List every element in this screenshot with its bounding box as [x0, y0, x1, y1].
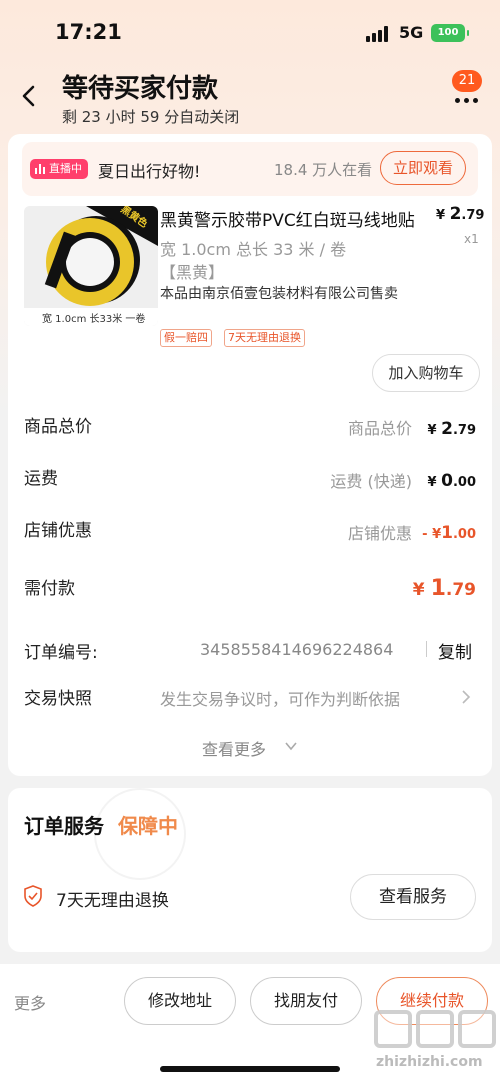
- snapshot-label[interactable]: 交易快照: [24, 684, 92, 709]
- add-to-cart-button[interactable]: 加入购物车: [372, 354, 480, 392]
- goods-total-label: 商品总价: [24, 417, 92, 437]
- image-caption: 宽 1.0cm 长33米 一卷: [42, 314, 146, 325]
- order-number-label: 订单编号:: [24, 643, 98, 663]
- live-bars-icon: [35, 164, 46, 174]
- cellular-signal-icon: [366, 26, 392, 42]
- product-price: ¥ 2.79: [436, 204, 485, 224]
- service-card: 订单服务 保障中 7天无理由退换 查看服务: [8, 788, 492, 952]
- back-button[interactable]: [18, 82, 42, 110]
- product-spec: 宽 1.0cm 总长 33 米 / 卷: [160, 240, 347, 259]
- shipping-label: 运费: [24, 469, 58, 489]
- order-number: 3458558414696224864: [200, 640, 394, 659]
- shop-discount-label: 店铺优惠: [24, 521, 92, 541]
- more-actions-button[interactable]: 更多: [14, 990, 46, 1014]
- product-name[interactable]: 黑黄警示胶带PVC红白斑马线地贴: [160, 206, 420, 231]
- service-item: 7天无理由退换: [56, 891, 169, 911]
- friend-pay-button[interactable]: 找朋友付: [250, 977, 362, 1025]
- network-type: 5G: [399, 23, 424, 42]
- shop-discount-value: - ¥1.00: [422, 523, 476, 543]
- seller-info: 本品由南京佰壹包装材料有限公司售卖: [160, 286, 398, 302]
- watch-now-button[interactable]: 立即观看: [380, 151, 466, 185]
- chevron-down-icon[interactable]: [284, 740, 298, 752]
- site-watermark-logo: [374, 1010, 498, 1052]
- chevron-left-icon: [22, 85, 35, 107]
- product-tag-return: 7天无理由退换: [224, 329, 305, 347]
- order-card: 直播中 夏日出行好物! 18.4 万人在看 立即观看 黑黄色 宽 1.0cm 长…: [8, 134, 492, 776]
- modify-address-button[interactable]: 修改地址: [124, 977, 236, 1025]
- divider: [426, 641, 427, 657]
- home-indicator[interactable]: [160, 1066, 340, 1072]
- shipping-hint: 运费 (快递): [330, 472, 412, 491]
- service-title: 订单服务: [24, 814, 104, 838]
- live-tag: 直播中: [30, 159, 88, 179]
- snapshot-hint[interactable]: 发生交易争议时，可作为判断依据: [160, 686, 400, 710]
- battery-icon: 100: [431, 24, 469, 42]
- live-viewers: 18.4 万人在看: [274, 161, 373, 179]
- view-service-button[interactable]: 查看服务: [350, 874, 476, 920]
- more-menu-button[interactable]: 21: [448, 70, 482, 110]
- product-image[interactable]: 黑黄色 宽 1.0cm 长33米 一卷: [24, 206, 158, 326]
- shield-check-icon: [24, 885, 42, 907]
- page-header: 等待买家付款 剩 23 小时 59 分自动关闭 21: [0, 64, 500, 134]
- goods-total-value: ¥ 2.79: [427, 419, 476, 439]
- product-tag-fake-compensation: 假一赔四: [160, 329, 212, 347]
- need-pay-label: 需付款: [24, 579, 75, 599]
- need-pay-value: ¥ 1.79: [412, 576, 476, 601]
- countdown-text: 剩 23 小时 59 分自动关闭: [62, 108, 240, 126]
- status-bar: 17:21 5G 100: [0, 0, 500, 64]
- shipping-value: ¥ 0.00: [427, 471, 476, 491]
- copy-button[interactable]: 复制: [438, 638, 472, 663]
- live-title: 夏日出行好物!: [98, 162, 201, 181]
- service-status: 保障中: [118, 814, 178, 838]
- site-watermark-text: zhizhizhi.com: [376, 1054, 483, 1070]
- chevron-right-icon[interactable]: [460, 689, 472, 705]
- product-quantity: x1: [464, 232, 479, 246]
- live-banner[interactable]: 直播中 夏日出行好物! 18.4 万人在看 立即观看: [22, 142, 478, 196]
- product-color: 【黑黄】: [160, 263, 225, 282]
- message-count-badge: 21: [452, 70, 482, 92]
- more-dots-icon: [452, 98, 482, 104]
- page-title: 等待买家付款: [62, 74, 219, 104]
- goods-total-hint: 商品总价: [347, 419, 412, 438]
- live-tag-label: 直播中: [49, 162, 82, 175]
- shop-discount-hint: 店铺优惠: [347, 524, 412, 543]
- status-time: 17:21: [55, 20, 122, 44]
- view-more-button[interactable]: 查看更多: [202, 736, 266, 760]
